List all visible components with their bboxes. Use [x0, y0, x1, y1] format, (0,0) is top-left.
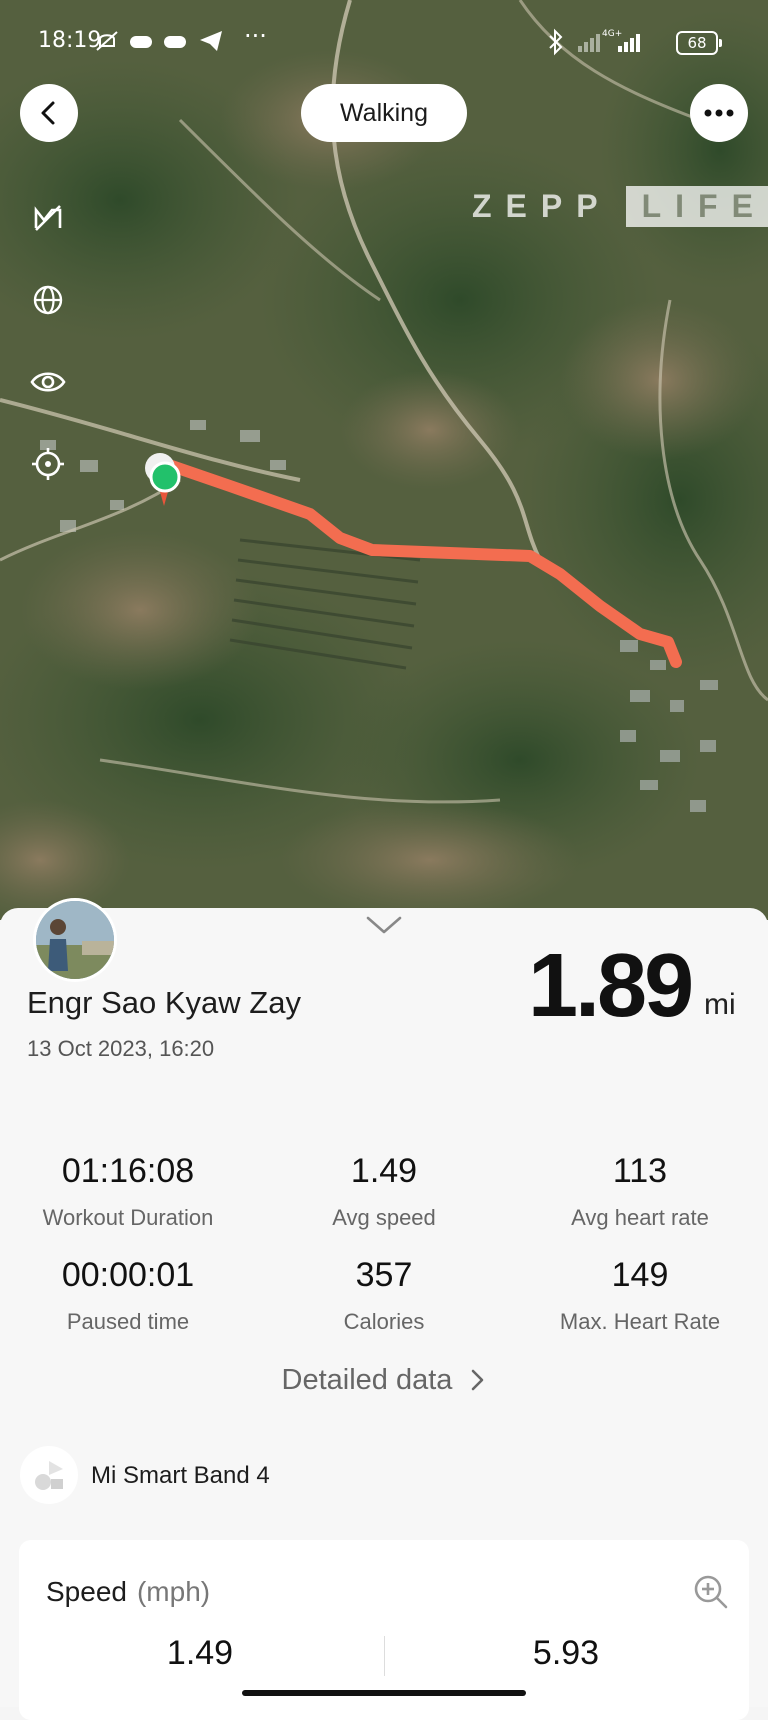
music-note-icon: [35, 1461, 63, 1490]
start-marker: [149, 461, 181, 493]
locate-icon: [32, 448, 64, 480]
chevron-down-icon[interactable]: [364, 914, 404, 938]
device-icon-badge: [20, 1446, 78, 1504]
distance-value: 1.89: [528, 936, 694, 1036]
stat-value-avg-speed: 1.49: [350, 1152, 418, 1190]
watermark-zepp: ZEPP: [472, 187, 612, 224]
speed-max-value: 5.93: [532, 1634, 600, 1672]
more-dots-icon: [704, 109, 734, 117]
workout-type-title: Walking: [301, 84, 467, 142]
detailed-data-label: Detailed data: [281, 1364, 453, 1396]
speed-avg-value: 1.49: [166, 1634, 234, 1672]
status-bar: 18:19 ··· 4G+ 68: [0, 0, 768, 86]
eye-icon: [30, 372, 66, 392]
stat-label-max-heart-rate: Max. Heart Rate: [559, 1309, 721, 1334]
satellite-toggle-icon: [34, 205, 62, 231]
stat-value-avg-heart-rate: 113: [612, 1152, 668, 1190]
status-time: 18:19: [38, 28, 102, 53]
game-icon: [164, 36, 186, 48]
stat-value-max-heart-rate: 149: [611, 1256, 669, 1294]
game-icon: [130, 36, 152, 48]
battery-indicator: 68: [676, 31, 722, 55]
speed-title-label: Speed: [46, 1576, 127, 1607]
stat-label-calories: Calories: [343, 1309, 425, 1334]
user-name: Engr Sao Kyaw Zay: [27, 985, 301, 1020]
detailed-data-link[interactable]: Detailed data: [0, 1364, 768, 1397]
distance-unit: mi: [704, 988, 736, 1021]
globe-button[interactable]: [28, 280, 68, 320]
avatar[interactable]: [33, 898, 117, 982]
avatar-photo: [36, 901, 114, 979]
stat-label-avg-heart-rate: Avg heart rate: [571, 1205, 709, 1230]
workout-date: 13 Oct 2023, 16:20: [27, 1036, 215, 1061]
visibility-button[interactable]: [28, 362, 68, 402]
locate-button[interactable]: [28, 444, 68, 484]
device-name: Mi Smart Band 4: [91, 1462, 270, 1489]
stat-label-avg-speed: Avg speed: [332, 1205, 436, 1230]
back-button[interactable]: [20, 84, 78, 142]
stat-value-duration: 01:16:08: [61, 1152, 195, 1190]
chevron-right-icon: [472, 1369, 484, 1391]
stat-value-paused-time: 00:00:01: [61, 1256, 195, 1294]
chevron-left-icon: [41, 101, 55, 125]
telegram-icon: [200, 31, 222, 51]
speed-card-title: Speed (mph): [46, 1576, 210, 1608]
satellite-toggle-button[interactable]: [28, 198, 68, 238]
route-map[interactable]: 18:19 ··· 4G+ 68 Walking ZEPP LIFE: [0, 0, 768, 920]
bluetooth-icon: [549, 28, 563, 56]
speed-divider: [384, 1636, 385, 1676]
home-indicator[interactable]: [242, 1690, 526, 1696]
mute-bell-icon: [96, 31, 118, 51]
stat-value-calories: 357: [355, 1256, 413, 1294]
stat-label-duration: Workout Duration: [42, 1205, 214, 1230]
signal-icon: 4G+: [578, 29, 640, 52]
svg-text:4G+: 4G+: [602, 29, 622, 39]
stat-label-paused-time: Paused time: [66, 1309, 190, 1334]
more-dots-icon: ···: [244, 22, 267, 50]
zoom-in-icon[interactable]: [693, 1574, 729, 1610]
watermark-life: LIFE: [625, 185, 768, 227]
more-options-button[interactable]: [690, 84, 748, 142]
app-watermark: ZEPP LIFE: [472, 185, 768, 227]
globe-icon: [33, 285, 63, 315]
speed-unit-label: (mph): [136, 1576, 211, 1607]
